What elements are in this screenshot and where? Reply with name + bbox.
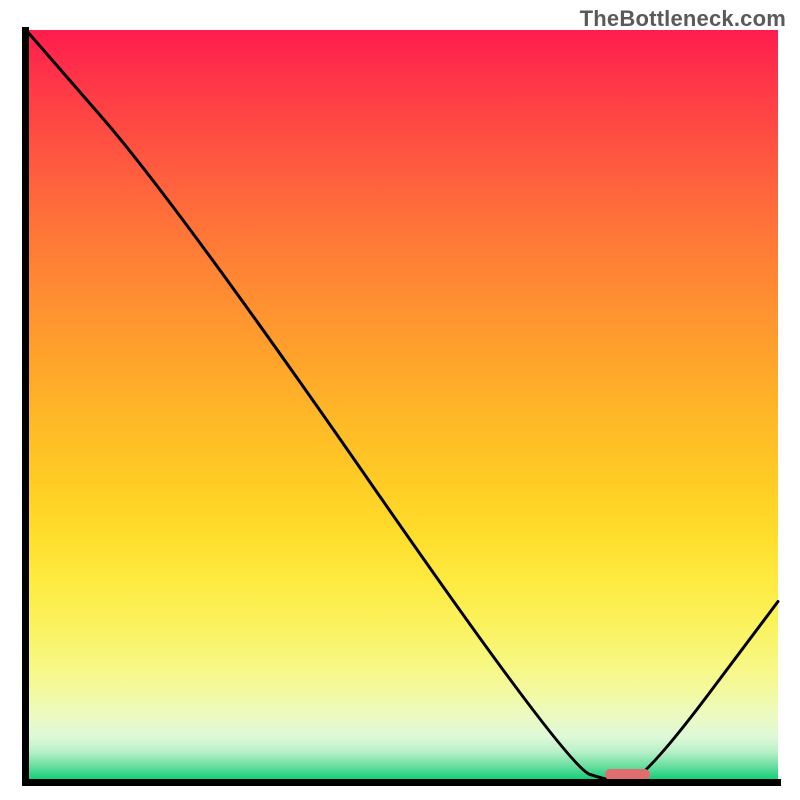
bottleneck-curve-path bbox=[26, 30, 778, 782]
optimal-range-marker bbox=[605, 769, 650, 780]
chart-plot-area bbox=[26, 30, 778, 782]
bottleneck-curve-svg bbox=[26, 30, 778, 782]
watermark-text: TheBottleneck.com bbox=[580, 6, 786, 32]
